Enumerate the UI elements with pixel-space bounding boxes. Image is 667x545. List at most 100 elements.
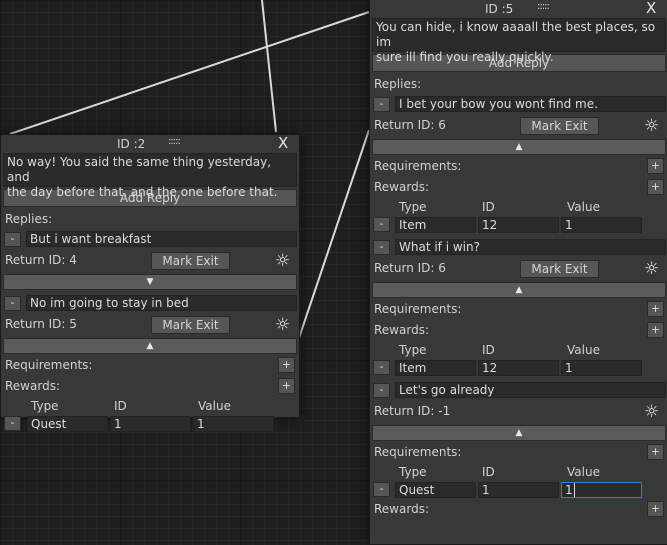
reward-id-input[interactable]: 12 [478,217,559,233]
add-requirement-button[interactable]: + [647,444,664,460]
column-header-id: ID [482,465,495,479]
reply-row: - What if i win? [370,237,667,257]
column-header-id: ID [482,200,495,214]
remove-reply-button[interactable]: - [373,239,390,255]
remove-reply-button[interactable]: - [4,231,21,247]
dialogue-node-5[interactable]: ID :5 ::::: X You can hide, i know aaaal… [369,0,667,545]
reward-id-input[interactable]: 1 [110,416,191,432]
fold-toggle-triangle-up-icon[interactable]: ▲ [372,282,666,298]
requirements-label: Requirements: [374,302,462,316]
column-header-type: Type [399,200,427,214]
column-header-id: ID [482,343,495,357]
reward-value-input[interactable]: 1 [561,217,642,233]
requirements-row: Requirements: + [370,299,667,320]
connection-line [9,11,370,135]
return-id-label[interactable]: Return ID: 5 [5,317,77,331]
add-requirement-button[interactable]: + [647,301,664,317]
return-row: Return ID: -1 ☼ [370,400,667,424]
sun-icon[interactable]: ☼ [644,403,659,421]
reward-table-header: Type ID Value [370,341,667,359]
rewards-label: Rewards: [374,502,429,516]
requirements-row: Requirements: + [370,156,667,177]
dialogue-text[interactable]: No way! You said the same thing yesterda… [3,153,297,199]
reply-text-input[interactable]: But i want breakfast [26,231,297,247]
remove-requirement-button[interactable]: - [373,482,390,497]
node-header[interactable]: ID :2 ::::: X [1,134,299,153]
return-row: Return ID: 6 Mark Exit ☼ [370,114,667,138]
requirement-type-input[interactable]: Quest [395,482,476,498]
connection-line [261,0,277,133]
add-reward-button[interactable]: + [647,322,664,338]
reply-text-input[interactable]: I bet your bow you wont find me. [395,96,666,112]
add-reward-button[interactable]: + [278,378,295,394]
rewards-row: Rewards: + [370,320,667,341]
column-header-value: Value [567,465,600,479]
requirements-label: Requirements: [5,358,93,372]
requirement-row: - Quest 1 1 [370,481,667,499]
reward-id-input[interactable]: 12 [478,360,559,376]
mark-exit-button[interactable]: Mark Exit [151,252,230,270]
remove-reward-button[interactable]: - [4,416,21,431]
return-row: Return ID: 6 Mark Exit ☼ [370,257,667,281]
column-header-value: Value [567,200,600,214]
drag-handle-icon[interactable]: ::::: [537,1,550,12]
text-cursor [573,483,575,497]
close-icon[interactable]: X [646,0,656,17]
replies-label: Replies: [5,212,53,226]
remove-reward-button[interactable]: - [373,217,390,232]
node-header[interactable]: ID :5 ::::: X [370,0,667,18]
reward-value-input[interactable]: 1 [561,360,642,376]
reply-text-input[interactable]: What if i win? [395,239,666,255]
reward-value-input[interactable]: 1 [193,416,274,432]
reward-type-input[interactable]: Item [395,217,476,233]
requirement-value-input[interactable]: 1 [561,482,642,498]
dialogue-text[interactable]: You can hide, i know aaaall the best pla… [372,18,666,64]
return-id-label[interactable]: Return ID: -1 [374,404,450,418]
remove-reply-button[interactable]: - [373,382,390,398]
column-header-type: Type [399,343,427,357]
rewards-label: Rewards: [374,180,429,194]
column-header-value: Value [567,343,600,357]
return-id-label[interactable]: Return ID: 4 [5,253,77,267]
close-icon[interactable]: X [278,134,288,152]
remove-reward-button[interactable]: - [373,360,390,375]
reward-row: - Item 12 1 [370,359,667,377]
sun-icon[interactable]: ☼ [644,117,659,135]
mark-exit-button[interactable]: Mark Exit [520,117,599,135]
replies-label: Replies: [374,77,422,91]
reward-table-header: Type ID Value [370,198,667,216]
rewards-row: Rewards: + [1,376,299,397]
remove-reply-button[interactable]: - [4,295,21,311]
sun-icon[interactable]: ☼ [644,260,659,278]
column-header-type: Type [31,399,59,413]
sun-icon[interactable]: ☼ [275,316,290,334]
fold-toggle-triangle-down-icon[interactable]: ▼ [3,274,297,290]
reply-text-input[interactable]: No im going to stay in bed [26,295,297,311]
add-reward-button[interactable]: + [647,501,664,517]
reward-row: - Quest 1 1 [1,415,299,433]
fold-toggle-triangle-up-icon[interactable]: ▲ [3,338,297,354]
reward-table-header: Type ID Value [1,397,299,415]
rewards-row: Rewards: + [370,177,667,198]
remove-reply-button[interactable]: - [373,96,390,112]
add-requirement-button[interactable]: + [278,357,295,373]
fold-toggle-triangle-up-icon[interactable]: ▲ [372,425,666,441]
reward-type-input[interactable]: Quest [27,416,108,432]
add-reward-button[interactable]: + [647,179,664,195]
drag-handle-icon[interactable]: ::::: [168,136,181,147]
fold-toggle-triangle-up-icon[interactable]: ▲ [372,139,666,155]
return-id-label[interactable]: Return ID: 6 [374,118,446,132]
sun-icon[interactable]: ☼ [275,252,290,270]
reply-text-input[interactable]: Let's go already [395,382,666,398]
return-id-label[interactable]: Return ID: 6 [374,261,446,275]
reward-row: - Item 12 1 [370,216,667,234]
requirement-id-input[interactable]: 1 [478,482,559,498]
mark-exit-button[interactable]: Mark Exit [151,316,230,334]
node-id-label: ID :2 [117,137,146,151]
rewards-label: Rewards: [374,323,429,337]
node-id-label: ID :5 [485,2,514,16]
add-requirement-button[interactable]: + [647,158,664,174]
reward-type-input[interactable]: Item [395,360,476,376]
mark-exit-button[interactable]: Mark Exit [520,260,599,278]
dialogue-node-2[interactable]: ID :2 ::::: X No way! You said the same … [0,134,300,432]
